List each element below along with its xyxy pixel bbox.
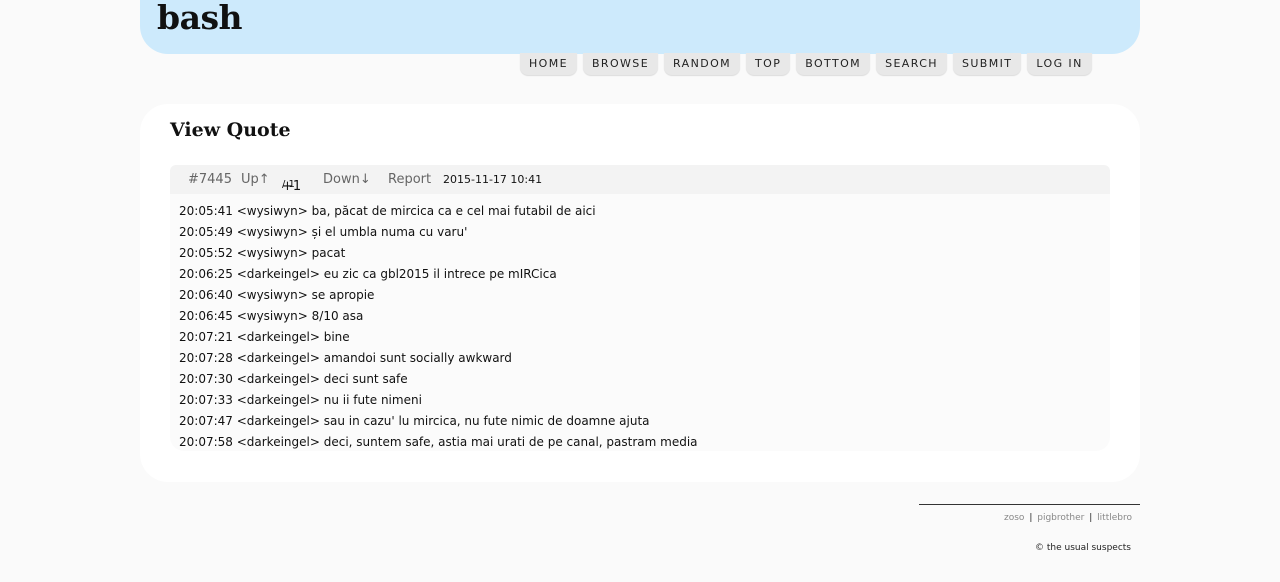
vote-down-button[interactable]: Down↓ xyxy=(323,172,371,187)
quote-line: 20:05:41 <wysiwyn> ba, păcat de mircica … xyxy=(179,204,596,218)
quote-line: 20:07:30 <darkeingel> deci sunt safe xyxy=(179,372,408,386)
quote-line: 20:07:28 <darkeingel> amandoi sunt socia… xyxy=(179,351,512,365)
footer-divider xyxy=(919,504,1140,505)
footer-link-zoso[interactable]: zoso xyxy=(1004,513,1024,523)
quote-lines: 20:05:41 <wysiwyn> ba, păcat de mircica … xyxy=(170,194,1110,453)
quote-header: #7445 Up↑ +1 / 1 Down↓ Report 2015-11-17… xyxy=(170,165,1110,194)
footer-copyright: © the usual suspects xyxy=(1035,543,1131,553)
nav-browse-button[interactable]: BROWSE xyxy=(582,53,659,75)
site-header: bash xyxy=(140,0,1140,54)
quote-line: 20:07:21 <darkeingel> bine xyxy=(179,330,350,344)
nav-home-button[interactable]: HOME xyxy=(520,53,577,75)
quote-line: 20:06:25 <darkeingel> eu zic ca gbl2015 … xyxy=(179,267,557,281)
footer-link-littlebro[interactable]: littlebro xyxy=(1097,513,1132,523)
quote-line: 20:07:58 <darkeingel> deci, suntem safe,… xyxy=(179,435,698,449)
footer-link-pigbrother[interactable]: pigbrother xyxy=(1037,513,1084,523)
main-nav: HOME BROWSE RANDOM TOP BOTTOM SEARCH SUB… xyxy=(520,53,1092,75)
page-title: View Quote xyxy=(170,119,291,141)
nav-search-button[interactable]: SEARCH xyxy=(876,53,947,75)
quote-line: 20:06:45 <wysiwyn> 8/10 asa xyxy=(179,309,364,323)
quote-id-link[interactable]: #7445 xyxy=(188,172,232,187)
quote-line: 20:05:49 <wysiwyn> și el umbla numa cu v… xyxy=(179,225,468,239)
nav-login-button[interactable]: LOG IN xyxy=(1027,53,1092,75)
footer-separator: | xyxy=(1029,513,1033,523)
nav-bottom-button[interactable]: BOTTOM xyxy=(796,53,871,75)
report-button[interactable]: Report xyxy=(388,172,431,187)
quote-date: 2015-11-17 10:41 xyxy=(443,173,543,186)
vote-count: / 1 xyxy=(282,179,295,190)
vote-up-button[interactable]: Up↑ xyxy=(241,172,270,187)
site-logo[interactable]: bash xyxy=(157,0,243,38)
quote-line: 20:07:33 <darkeingel> nu ii fute nimeni xyxy=(179,393,422,407)
nav-submit-button[interactable]: SUBMIT xyxy=(952,53,1022,75)
footer-separator: | xyxy=(1089,513,1093,523)
quote-line: 20:07:47 <darkeingel> sau in cazu' lu mi… xyxy=(179,414,650,428)
nav-top-button[interactable]: TOP xyxy=(746,53,791,75)
footer-links: zoso | pigbrother | littlebro xyxy=(1004,513,1132,523)
quote-body: 20:05:41 <wysiwyn> ba, păcat de mircica … xyxy=(170,194,1110,451)
nav-random-button[interactable]: RANDOM xyxy=(664,53,741,75)
content-panel: View Quote #7445 Up↑ +1 / 1 Down↓ Report… xyxy=(140,104,1140,482)
quote-line: 20:05:52 <wysiwyn> pacat xyxy=(179,246,346,260)
quote-line: 20:06:40 <wysiwyn> se apropie xyxy=(179,288,375,302)
